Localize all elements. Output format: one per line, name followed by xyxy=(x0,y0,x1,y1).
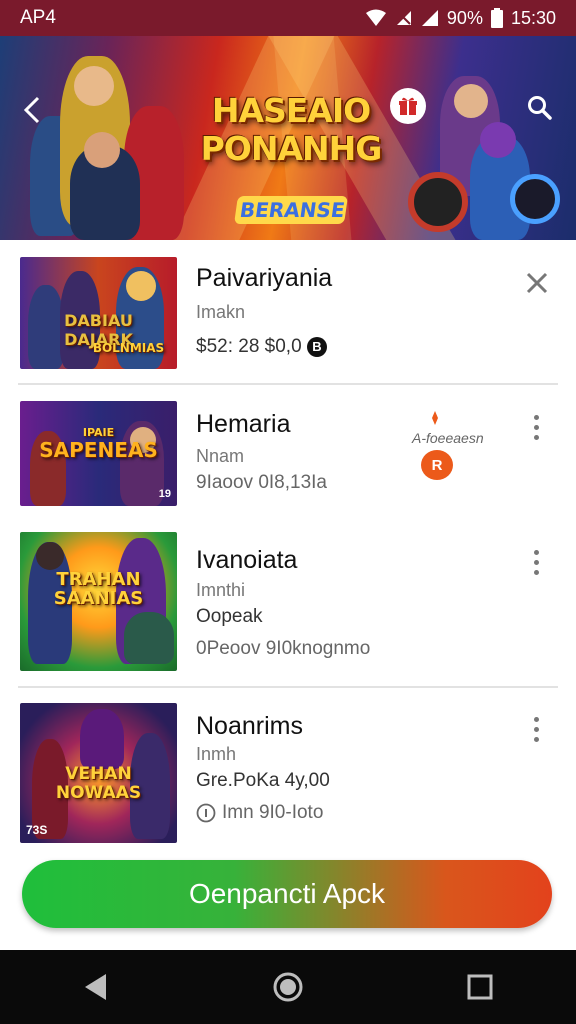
more-options-button[interactable] xyxy=(520,407,552,447)
banner-title-line: PONANHG xyxy=(200,129,383,168)
thumbnail-character xyxy=(80,709,124,769)
thumbnail-title: TRAHAN SAANIAS xyxy=(53,569,144,609)
list-item-title[interactable]: Noanrims xyxy=(196,712,303,741)
list-item-meta: 9Iaoov 0I8,13Ia xyxy=(196,472,327,493)
banner-title-line: HASEAIO xyxy=(211,91,371,130)
banner-character xyxy=(74,66,114,106)
search-icon xyxy=(528,96,552,120)
list-item-subtitle: Imnthi xyxy=(196,580,246,600)
more-dot xyxy=(533,736,539,742)
list-item-subtitle: Inmh xyxy=(196,744,237,764)
list-item-meta: Gre.PoKa 4y,00 xyxy=(196,770,330,791)
download-apk-button[interactable]: Oenpancti Apck xyxy=(22,860,552,928)
coin-badge-icon: B xyxy=(306,336,327,357)
back-button[interactable] xyxy=(14,92,50,128)
thumbnail-title: SAPENEAS xyxy=(39,438,158,462)
thumbnail-subtitle: BOLNMIAS xyxy=(92,341,165,355)
close-icon xyxy=(526,272,548,294)
banner-character xyxy=(510,174,560,224)
carrier-label: AP4 xyxy=(20,7,56,28)
banner-character xyxy=(454,84,488,118)
list-item-thumbnail[interactable]: SAPENEAS IPAIE 19 xyxy=(20,401,177,506)
thumbnail-character xyxy=(36,542,64,570)
list-item-price: $52: 28 $0,0 xyxy=(196,336,302,357)
more-dot xyxy=(533,434,539,440)
more-options-button[interactable] xyxy=(520,542,552,582)
nav-recents-button[interactable] xyxy=(450,957,510,1017)
list-item-title[interactable]: Paivariyania xyxy=(196,264,332,293)
no-signal-icon xyxy=(396,11,411,25)
more-dot xyxy=(533,726,539,732)
thumbnail-character xyxy=(126,271,156,301)
nav-home-button[interactable] xyxy=(258,957,318,1017)
list-item-meta-secondary: Imn 9I0-Ioto xyxy=(196,802,323,824)
list-divider xyxy=(18,383,558,385)
sparkle-icon xyxy=(432,411,438,425)
banner-character xyxy=(84,132,120,168)
more-dot xyxy=(533,414,539,420)
signal-icon xyxy=(421,10,438,26)
dismiss-button[interactable] xyxy=(518,264,556,302)
battery-icon xyxy=(490,8,503,28)
list-item-meta: Oopeak xyxy=(196,606,263,627)
list-item-title[interactable]: Hemaria xyxy=(196,410,290,439)
more-dot xyxy=(533,549,539,555)
more-dot xyxy=(533,424,539,430)
battery-percent: 90% xyxy=(446,7,483,28)
info-circle-icon xyxy=(196,803,216,823)
gift-button[interactable] xyxy=(390,88,426,124)
banner-title: HASEAIO PONANHG xyxy=(196,92,386,168)
side-badge[interactable]: R xyxy=(421,450,453,480)
list-item-meta-secondary: 0Peoov 9I0knognmo xyxy=(196,638,371,659)
chevron-left-icon xyxy=(23,96,40,124)
thumbnail-corner-label: 73S xyxy=(26,823,48,837)
home-circle-icon xyxy=(273,972,303,1002)
list-item-thumbnail[interactable]: DABIAU DAJARK BOLNMIAS xyxy=(20,257,177,369)
nav-back-button[interactable] xyxy=(66,957,126,1017)
list-item-title[interactable]: Ivanoiata xyxy=(196,546,297,575)
thumbnail-title: VEHAN NOWAAS xyxy=(55,764,142,803)
app-screen: AP4 90% 15:30 HASEAIO PONANHG BERANSE DA… xyxy=(0,0,576,1024)
recents-square-icon xyxy=(467,974,493,1000)
clock-time: 15:30 xyxy=(510,7,556,28)
thumbnail-character xyxy=(124,612,174,664)
more-dot xyxy=(533,569,539,575)
status-icons: 90% 15:30 xyxy=(365,8,556,29)
list-item-meta: $52: 28 $0,0 B xyxy=(196,336,327,358)
banner-character xyxy=(480,122,516,158)
thumbnail-subtitle: IPAIE xyxy=(82,426,115,439)
more-options-button[interactable] xyxy=(520,709,552,749)
banner-subtitle: BERANSE xyxy=(234,196,348,224)
list-item-subtitle: Nnam xyxy=(196,446,245,466)
list-item-subtitle: Imakn xyxy=(196,302,246,322)
list-divider xyxy=(18,686,558,688)
search-button[interactable] xyxy=(522,90,558,126)
gift-icon xyxy=(399,97,417,115)
list-item-meta-text: Imn 9I0-Ioto xyxy=(222,802,324,823)
banner-character xyxy=(408,172,468,232)
hero-banner[interactable]: HASEAIO PONANHG BERANSE xyxy=(0,36,576,240)
more-dot xyxy=(533,716,539,722)
list-item-thumbnail[interactable]: TRAHAN SAANIAS xyxy=(20,532,177,671)
wifi-icon xyxy=(365,9,386,26)
status-bar: AP4 90% 15:30 xyxy=(0,0,576,36)
system-navigation-bar xyxy=(0,950,576,1024)
list-item-thumbnail[interactable]: VEHAN NOWAAS 73S xyxy=(20,703,177,843)
triangle-back-icon xyxy=(85,974,106,1000)
thumbnail-corner-label: 19 xyxy=(158,488,171,500)
side-label: A-foeeaesn xyxy=(412,430,484,446)
more-dot xyxy=(533,559,539,565)
